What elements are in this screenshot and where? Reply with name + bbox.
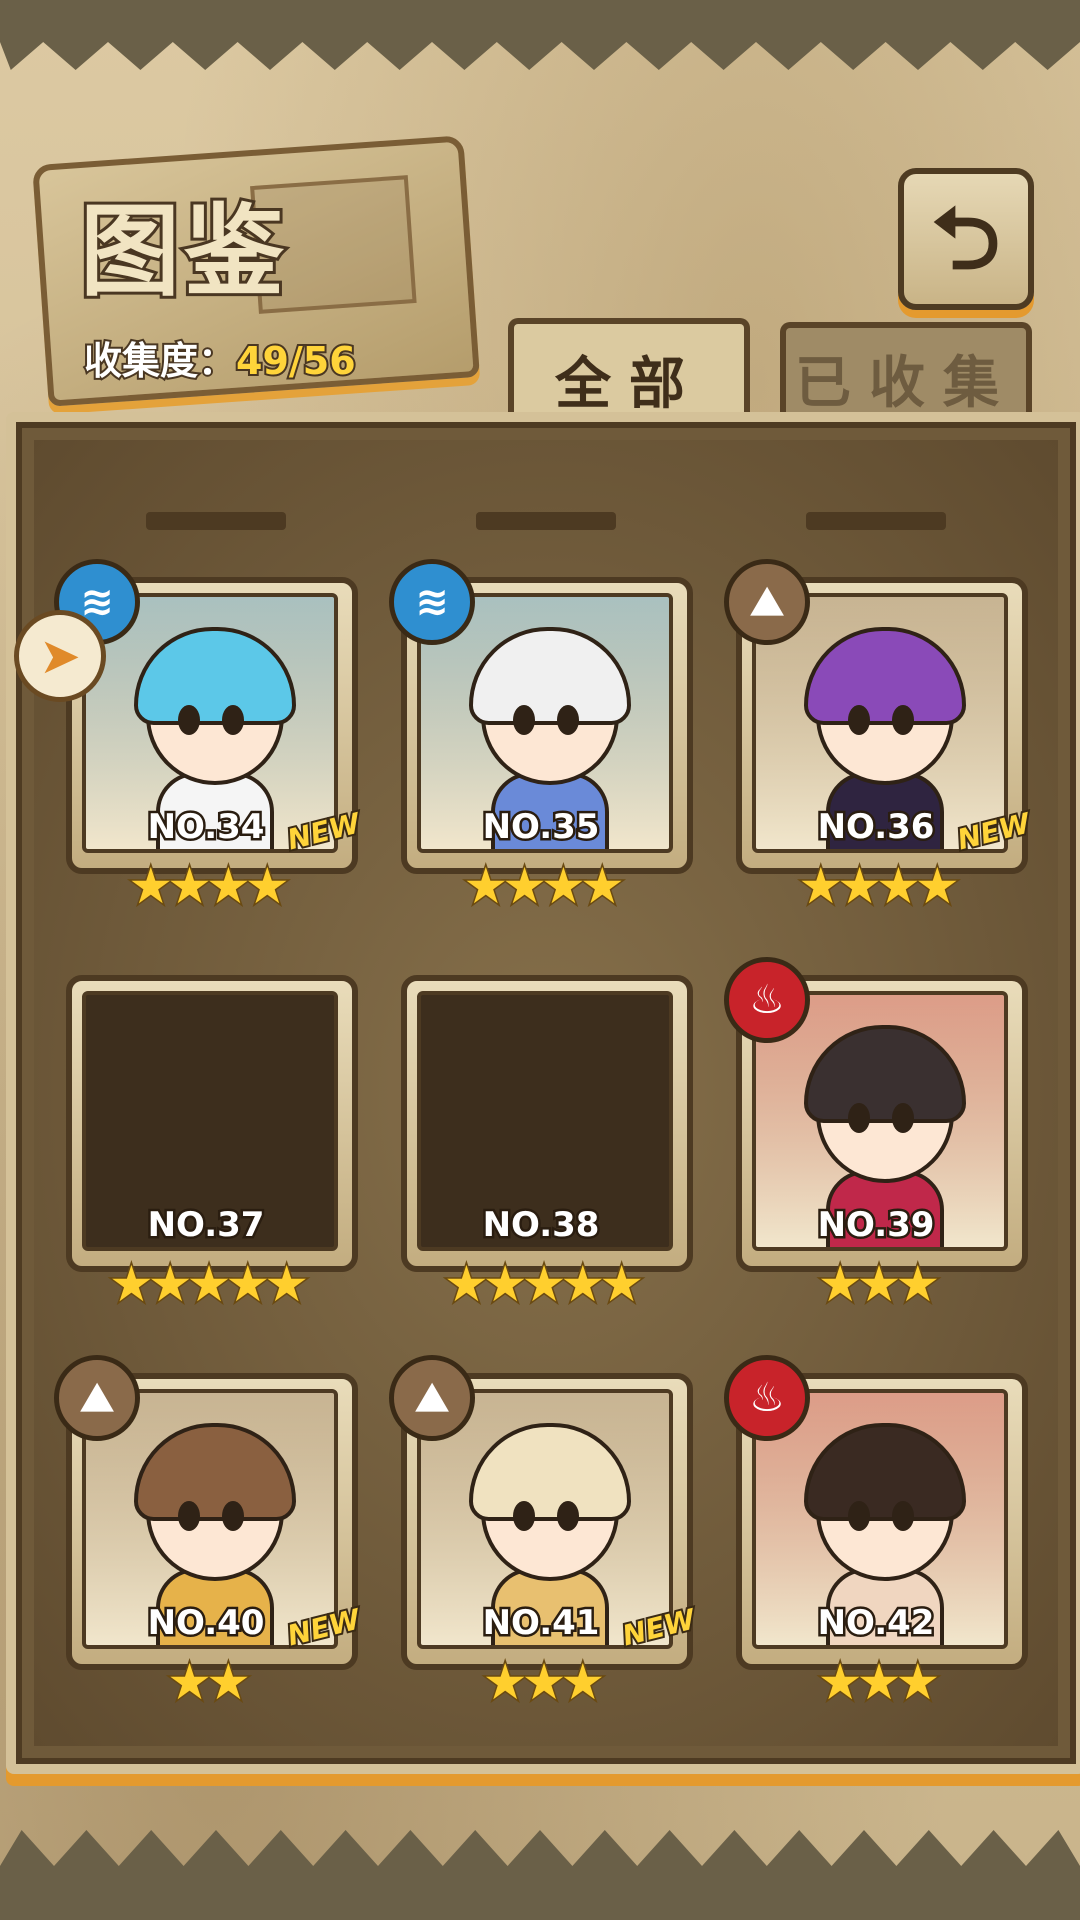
monster-card[interactable]: ≋ NO.34 NEW ★★★★ <box>54 559 365 917</box>
card-number: NO.39 <box>815 1203 937 1248</box>
arrow-filter-icon[interactable]: ➤ <box>14 610 106 702</box>
monster-card[interactable]: ≋ NO.35 ★★★★ <box>389 559 693 917</box>
character-hair <box>804 1025 966 1123</box>
monster-card[interactable]: ⛰ NO.36 NEW ★★★★ <box>724 559 1035 917</box>
back-button[interactable]: ⮌ <box>898 168 1034 310</box>
scrolled-card-edge <box>476 512 616 530</box>
character-eye <box>513 1501 535 1531</box>
star-rating: ★★★ <box>481 1652 606 1713</box>
star-rating: ★★★★ <box>797 856 961 917</box>
earth-element-icon: ⛰ <box>389 1355 475 1441</box>
water-element-icon: ≋ <box>389 559 475 645</box>
character-hair <box>134 1423 296 1521</box>
return-icon: ⮌ <box>931 189 1001 289</box>
monster-card[interactable]: ⛰ NO.41 NEW ★★★ <box>389 1355 700 1713</box>
star-rating: ★★★ <box>816 1652 941 1713</box>
star-rating: ★★★★★ <box>107 1254 310 1315</box>
character-hair <box>469 627 631 725</box>
character-eye <box>848 1501 870 1531</box>
character-eye <box>513 705 535 735</box>
card-number: NO.42 <box>815 1601 937 1646</box>
character-eye <box>848 705 870 735</box>
character-eye <box>848 1103 870 1133</box>
star-rating: ★★★★★ <box>442 1254 645 1315</box>
collection-progress: 收集度：49/56 <box>82 330 358 385</box>
monster-card[interactable]: ⛰ NO.40 NEW ★★ <box>54 1355 365 1713</box>
character-hair <box>804 627 966 725</box>
character-eye <box>178 1501 200 1531</box>
character-eye <box>892 705 914 735</box>
card-number: NO.37 <box>145 1203 267 1248</box>
collection-label: 收集度： <box>82 337 238 385</box>
card-number: NO.38 <box>480 1203 602 1248</box>
monster-card[interactable]: NO.38 ★★★★★ <box>391 965 693 1315</box>
page-title: 图鉴 <box>77 189 288 313</box>
character-hair <box>134 627 296 725</box>
character-hair <box>469 1423 631 1521</box>
earth-element-icon: ⛰ <box>54 1355 140 1441</box>
character-eye <box>892 1103 914 1133</box>
star-rating: ★★ <box>166 1652 253 1713</box>
scrolled-card-edge <box>806 512 946 530</box>
card-number: NO.35 <box>480 805 602 850</box>
character-eye <box>892 1501 914 1531</box>
star-rating: ★★★★ <box>462 856 626 917</box>
collection-value: 49/56 <box>234 337 358 385</box>
character-eye <box>222 1501 244 1531</box>
scrolled-card-edge <box>146 512 286 530</box>
character-eye <box>557 705 579 735</box>
bottom-zigzag-border <box>0 1830 1080 1920</box>
character-eye <box>557 1501 579 1531</box>
fire-element-icon: ♨ <box>724 957 810 1043</box>
collection-panel: ≋ NO.34 NEW ★★★★ ≋ NO.35 ★★★★ ⛰ NO.36 NEW ★★★★ NO.3… <box>6 412 1080 1774</box>
earth-element-icon: ⛰ <box>724 559 810 645</box>
fire-element-icon: ♨ <box>724 1355 810 1441</box>
character-eye <box>222 705 244 735</box>
star-rating: ★★★★ <box>127 856 291 917</box>
monster-card[interactable]: ♨ NO.42 ★★★ <box>724 1355 1028 1713</box>
monster-card[interactable]: NO.37 ★★★★★ <box>56 965 358 1315</box>
character-eye <box>178 705 200 735</box>
character-hair <box>804 1423 966 1521</box>
monster-card[interactable]: ♨ NO.39 ★★★ <box>724 957 1028 1315</box>
star-rating: ★★★ <box>816 1254 941 1315</box>
